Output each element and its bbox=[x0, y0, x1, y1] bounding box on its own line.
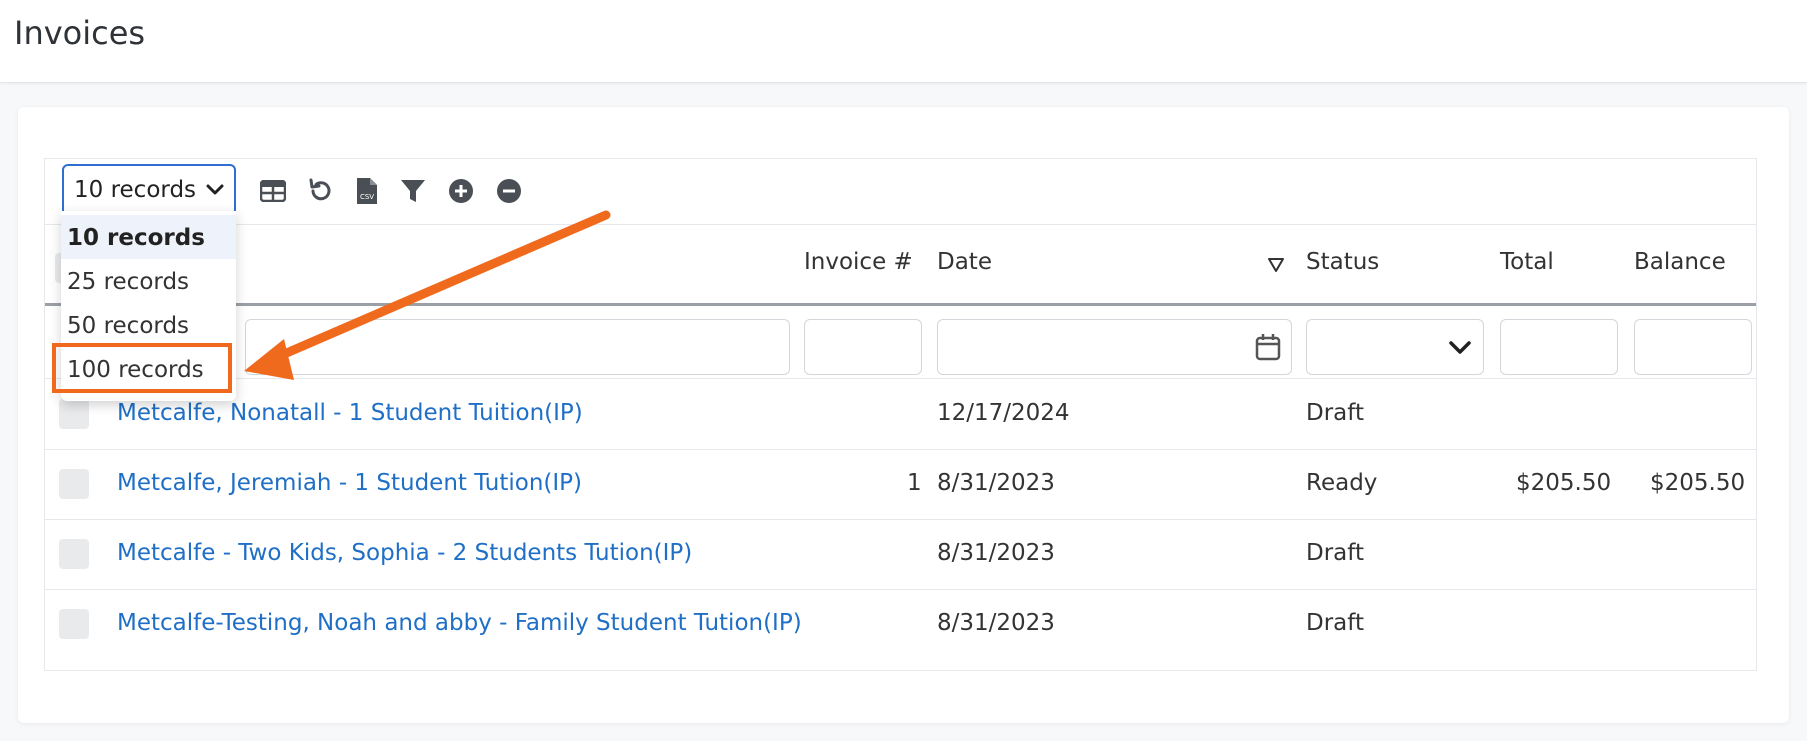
row-checkbox[interactable] bbox=[59, 399, 89, 429]
records-per-page-dropdown: 10 records 25 records 50 records 100 rec… bbox=[61, 211, 236, 401]
invoice-status: Draft bbox=[1306, 540, 1364, 566]
records-per-page-value: 10 records bbox=[74, 177, 197, 203]
invoice-status: Draft bbox=[1306, 400, 1364, 426]
filter-icon[interactable] bbox=[397, 175, 429, 207]
table-row: Metcalfe, Jeremiah - 1 Student Tution(IP… bbox=[45, 450, 1756, 520]
column-header-status[interactable]: Status bbox=[1306, 249, 1379, 275]
invoice-status: Draft bbox=[1306, 610, 1364, 636]
status-filter-select[interactable] bbox=[1306, 319, 1484, 375]
collapse-all-icon[interactable] bbox=[493, 175, 525, 207]
grid-toolbar: 10 records CSV bbox=[45, 159, 1756, 225]
invoice-date: 8/31/2023 bbox=[937, 540, 1055, 566]
column-header-date[interactable]: Date bbox=[937, 249, 992, 275]
filter-row bbox=[45, 309, 1756, 379]
calendar-icon[interactable] bbox=[1255, 333, 1281, 365]
invoice-total: $205.50 bbox=[1516, 470, 1612, 496]
sort-desc-icon[interactable] bbox=[1267, 257, 1285, 277]
table-view-icon[interactable] bbox=[257, 175, 289, 207]
invoice-name-link[interactable]: Metcalfe, Jeremiah - 1 Student Tution(IP… bbox=[117, 470, 582, 496]
invoice-date: 12/17/2024 bbox=[937, 400, 1070, 426]
invoice-name-link[interactable]: Metcalfe - Two Kids, Sophia - 2 Students… bbox=[117, 540, 692, 566]
name-filter-input[interactable] bbox=[245, 319, 790, 375]
invoice-name-link[interactable]: Metcalfe, Nonatall - 1 Student Tuition(I… bbox=[117, 400, 583, 426]
invoice-date: 8/31/2023 bbox=[937, 470, 1055, 496]
csv-export-icon[interactable]: CSV bbox=[351, 175, 383, 207]
top-bar: Invoices bbox=[0, 0, 1807, 83]
column-header-balance[interactable]: Balance bbox=[1634, 249, 1726, 275]
invoice-balance: $205.50 bbox=[1650, 470, 1746, 496]
records-per-page-select[interactable]: 10 records bbox=[62, 164, 236, 216]
records-option-100[interactable]: 100 records bbox=[61, 347, 236, 391]
row-checkbox[interactable] bbox=[59, 539, 89, 569]
table-row: Metcalfe, Nonatall - 1 Student Tuition(I… bbox=[45, 380, 1756, 450]
invoices-grid: 10 records CSV Invoice # Date Status Tot… bbox=[44, 158, 1757, 671]
table-row: Metcalfe-Testing, Noah and abby - Family… bbox=[45, 590, 1756, 660]
svg-text:CSV: CSV bbox=[360, 193, 374, 201]
row-checkbox[interactable] bbox=[59, 609, 89, 639]
invoice-date: 8/31/2023 bbox=[937, 610, 1055, 636]
records-option-10[interactable]: 10 records bbox=[61, 215, 236, 259]
table-header: Invoice # Date Status Total Balance bbox=[45, 225, 1756, 306]
table-body: Metcalfe, Nonatall - 1 Student Tuition(I… bbox=[45, 380, 1756, 672]
table-row: Metcalfe - Two Kids, Sophia - 2 Students… bbox=[45, 520, 1756, 590]
balance-filter-input[interactable] bbox=[1634, 319, 1752, 375]
records-option-25[interactable]: 25 records bbox=[61, 259, 236, 303]
row-checkbox[interactable] bbox=[59, 469, 89, 499]
expand-all-icon[interactable] bbox=[445, 175, 477, 207]
total-filter-input[interactable] bbox=[1500, 319, 1618, 375]
invoice-status: Ready bbox=[1306, 470, 1378, 496]
invoice-number: 1 bbox=[907, 470, 922, 496]
column-header-invoice[interactable]: Invoice # bbox=[804, 249, 913, 275]
invoice-name-link[interactable]: Metcalfe-Testing, Noah and abby - Family… bbox=[117, 610, 802, 636]
column-header-total[interactable]: Total bbox=[1500, 249, 1554, 275]
chevron-down-icon bbox=[206, 181, 224, 200]
page-title: Invoices bbox=[14, 14, 146, 52]
refresh-icon[interactable] bbox=[305, 175, 337, 207]
records-option-50[interactable]: 50 records bbox=[61, 303, 236, 347]
date-filter-input[interactable] bbox=[937, 319, 1292, 375]
chevron-down-icon bbox=[1449, 340, 1471, 359]
invoice-filter-input[interactable] bbox=[804, 319, 922, 375]
